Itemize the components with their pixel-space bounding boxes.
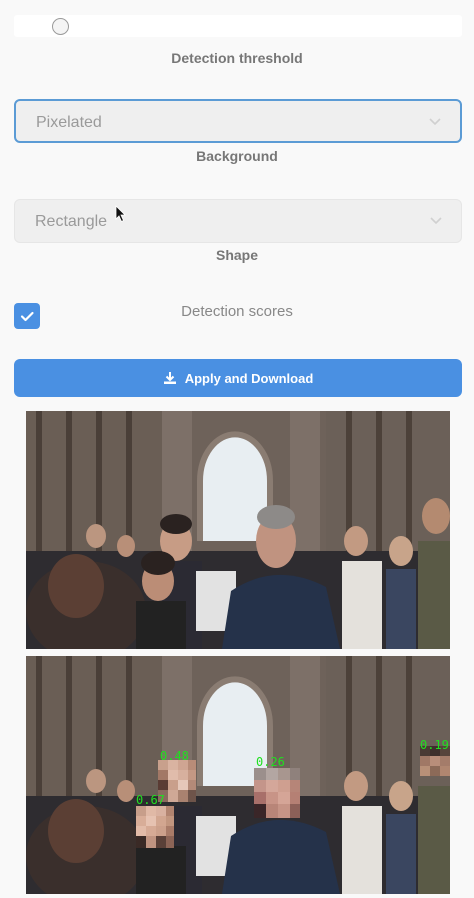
chevron-down-icon — [430, 217, 442, 225]
pixelated-face — [254, 768, 300, 818]
background-label: Background — [196, 148, 278, 164]
detection-score-label: 0.26 — [256, 755, 285, 769]
shape-select-value: Rectangle — [35, 213, 108, 230]
processed-photo: 0.48 0.67 0.26 0.19 — [26, 656, 450, 894]
shape-select[interactable]: Rectangle — [14, 199, 462, 243]
threshold-slider-thumb[interactable] — [52, 18, 69, 35]
original-photo — [26, 411, 450, 649]
mouse-cursor-icon — [115, 205, 126, 223]
background-select-value: Pixelated — [36, 114, 102, 131]
chevron-down-icon — [429, 118, 441, 126]
threshold-slider[interactable] — [14, 15, 462, 37]
pixelated-face — [136, 806, 174, 848]
apply-download-button[interactable]: Apply and Download — [14, 359, 462, 397]
detection-score-label: 0.48 — [160, 749, 189, 763]
apply-download-label: Apply and Download — [184, 370, 314, 386]
detection-score-label: 0.67 — [136, 793, 165, 807]
download-icon — [163, 372, 176, 384]
face-blur-panel: Detection threshold Pixelated Background… — [0, 0, 474, 898]
detection-score-label: 0.19 — [420, 738, 449, 752]
background-select[interactable]: Pixelated — [14, 99, 462, 143]
shape-label: Shape — [215, 247, 258, 263]
detection-scores-label: Detection scores — [181, 303, 293, 320]
threshold-label: Detection threshold — [171, 50, 303, 66]
